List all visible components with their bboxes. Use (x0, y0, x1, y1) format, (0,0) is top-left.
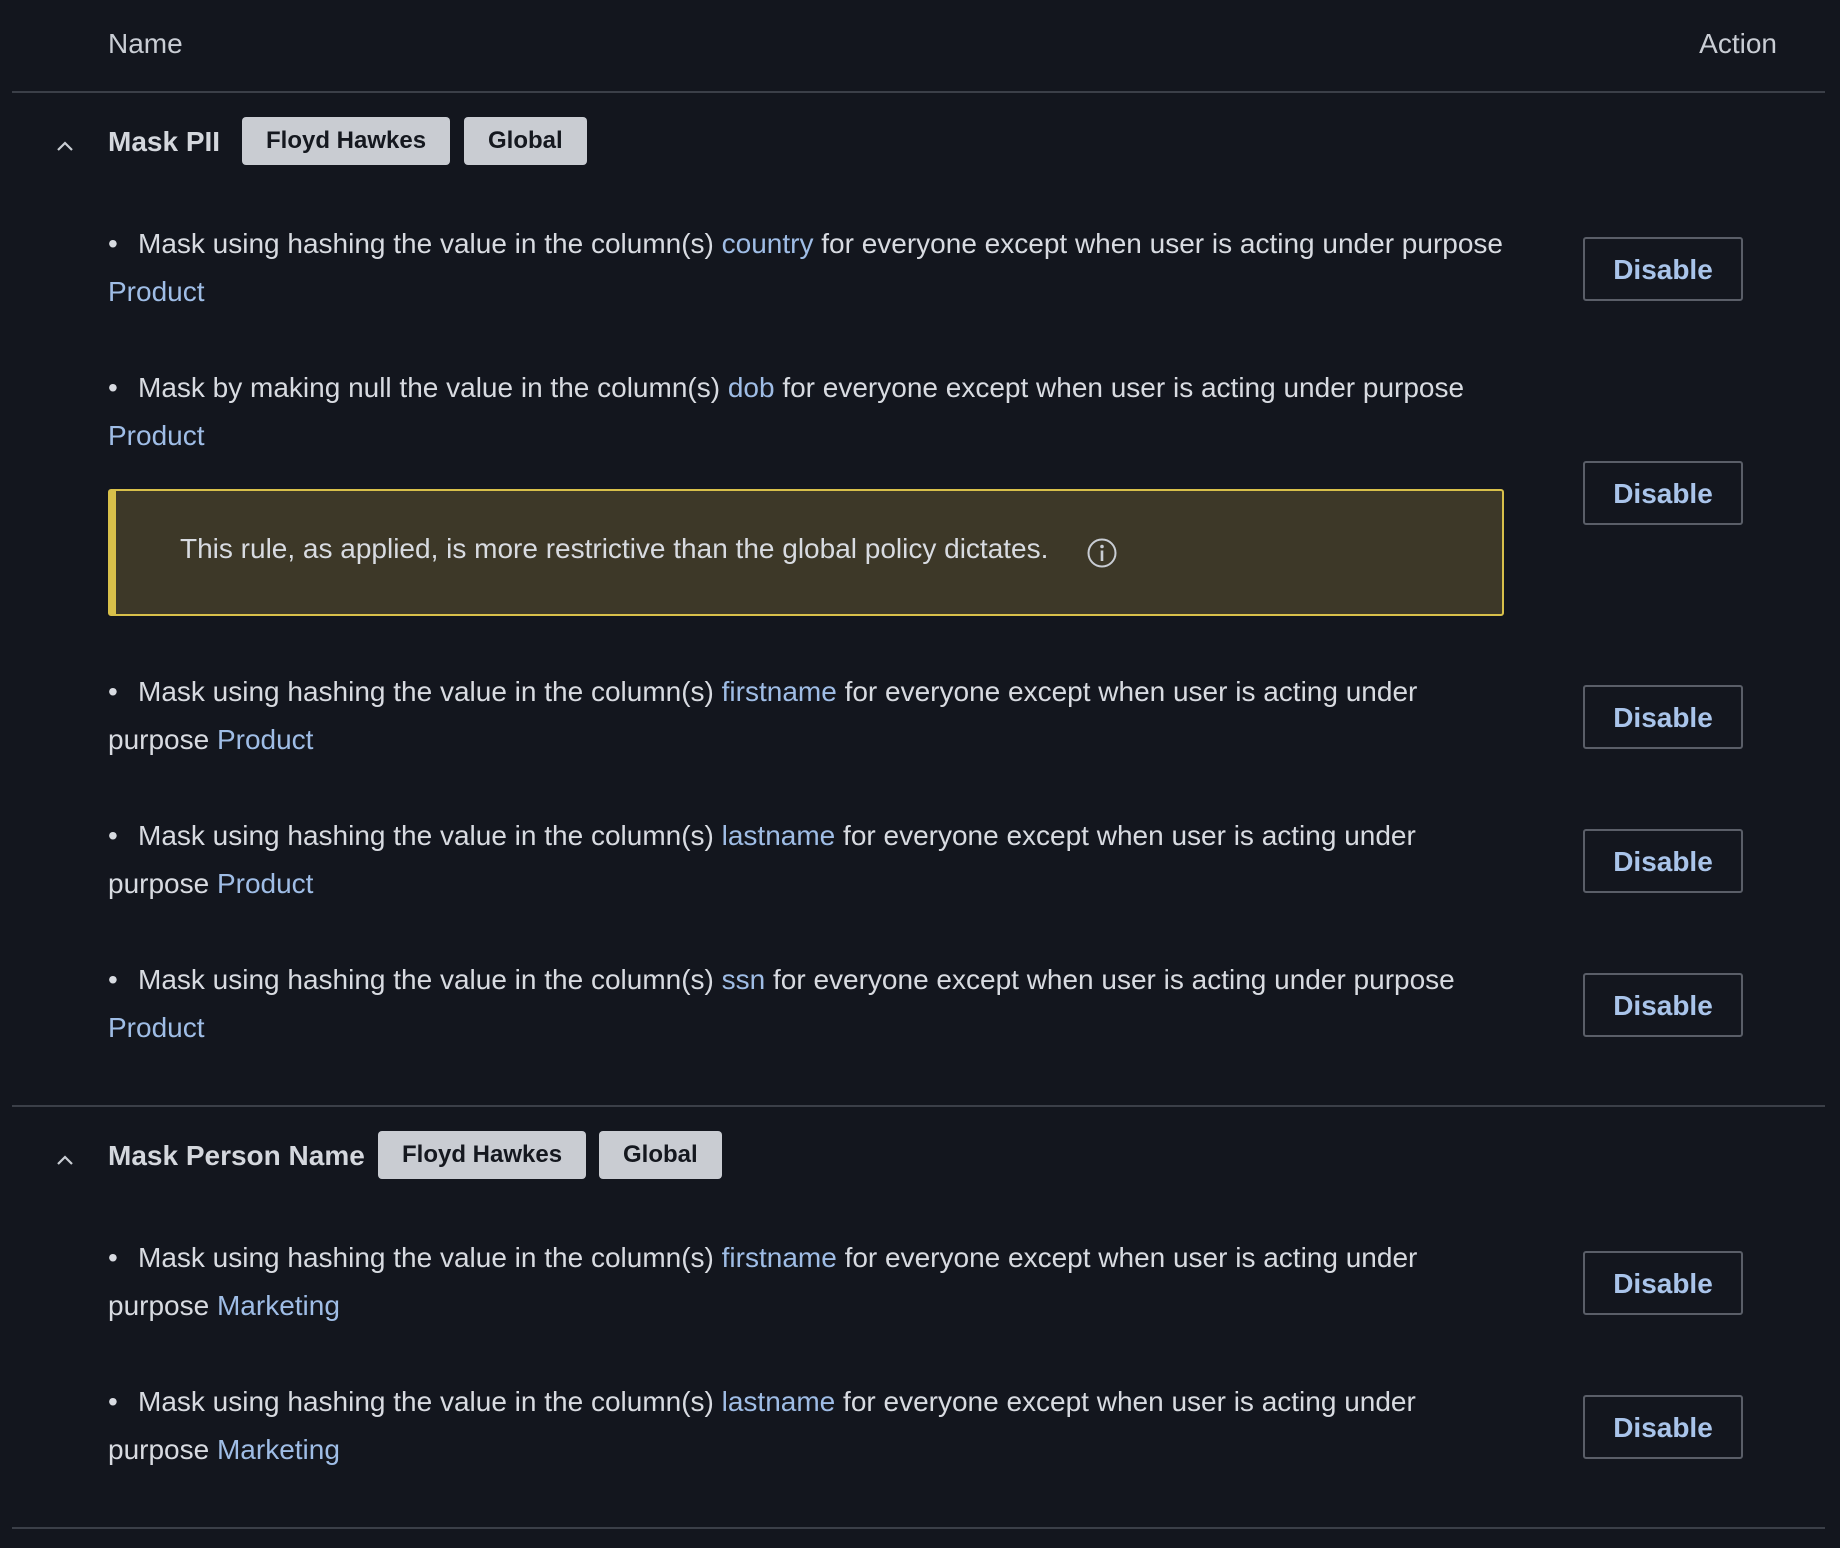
rule-item: • Mask by making null the value in the co… (108, 372, 1465, 451)
scope-tag: Global (464, 117, 587, 165)
column-link[interactable]: firstname (722, 676, 837, 707)
owner-tag: Floyd Hawkes (378, 1131, 587, 1179)
group-divider (12, 1105, 1825, 1107)
column-header-name: Name (108, 28, 183, 59)
purpose-link[interactable]: Marketing (217, 1434, 340, 1465)
purpose-link[interactable]: Product (108, 420, 205, 451)
disable-button[interactable]: Disable (1583, 685, 1743, 749)
disable-button[interactable]: Disable (1583, 829, 1743, 893)
disable-button[interactable]: Disable (1583, 237, 1743, 301)
disable-button[interactable]: Disable (1583, 1251, 1743, 1315)
rule-item: • Mask using hashing the value in the col… (108, 1386, 1416, 1465)
chevron-up-icon[interactable] (56, 137, 74, 155)
rule-item: • Mask using hashing the value in the col… (108, 964, 1455, 1043)
column-link[interactable]: lastname (722, 820, 836, 851)
owner-tag: Floyd Hawkes (242, 117, 451, 165)
column-header-action: Action (1699, 28, 1777, 59)
rule-item: • Mask using hashing the value in the col… (108, 1242, 1418, 1321)
disable-button[interactable]: Disable (1583, 461, 1743, 525)
column-link[interactable]: firstname (722, 1242, 837, 1273)
rule-item: • Mask using hashing the value in the col… (108, 676, 1418, 755)
purpose-link[interactable]: Marketing (217, 1290, 340, 1321)
policy-title[interactable]: Mask PII (108, 126, 220, 158)
column-link[interactable]: country (722, 228, 814, 259)
warning-text: This rule, as applied, is more restricti… (180, 533, 1049, 564)
chevron-up-icon[interactable] (56, 1151, 74, 1169)
column-link[interactable]: dob (728, 372, 775, 403)
scope-tag: Global (599, 1131, 722, 1179)
rule-item: • Mask using hashing the value in the col… (108, 228, 1503, 307)
disable-button[interactable]: Disable (1583, 973, 1743, 1037)
group-divider (12, 1527, 1825, 1529)
purpose-link[interactable]: Product (217, 868, 314, 899)
info-icon[interactable] (1086, 537, 1118, 569)
table-header: Name Action (0, 0, 1840, 92)
disable-button[interactable]: Disable (1583, 1395, 1743, 1459)
restriction-warning: This rule, as applied, is more restricti… (108, 489, 1504, 616)
column-link[interactable]: ssn (722, 964, 766, 995)
column-link[interactable]: lastname (722, 1386, 836, 1417)
purpose-link[interactable]: Product (108, 276, 205, 307)
purpose-link[interactable]: Product (217, 724, 314, 755)
policy-title[interactable]: Mask Person Name (108, 1140, 365, 1172)
rule-item: • Mask using hashing the value in the col… (108, 820, 1416, 899)
header-divider (12, 91, 1825, 93)
purpose-link[interactable]: Product (108, 1012, 205, 1043)
